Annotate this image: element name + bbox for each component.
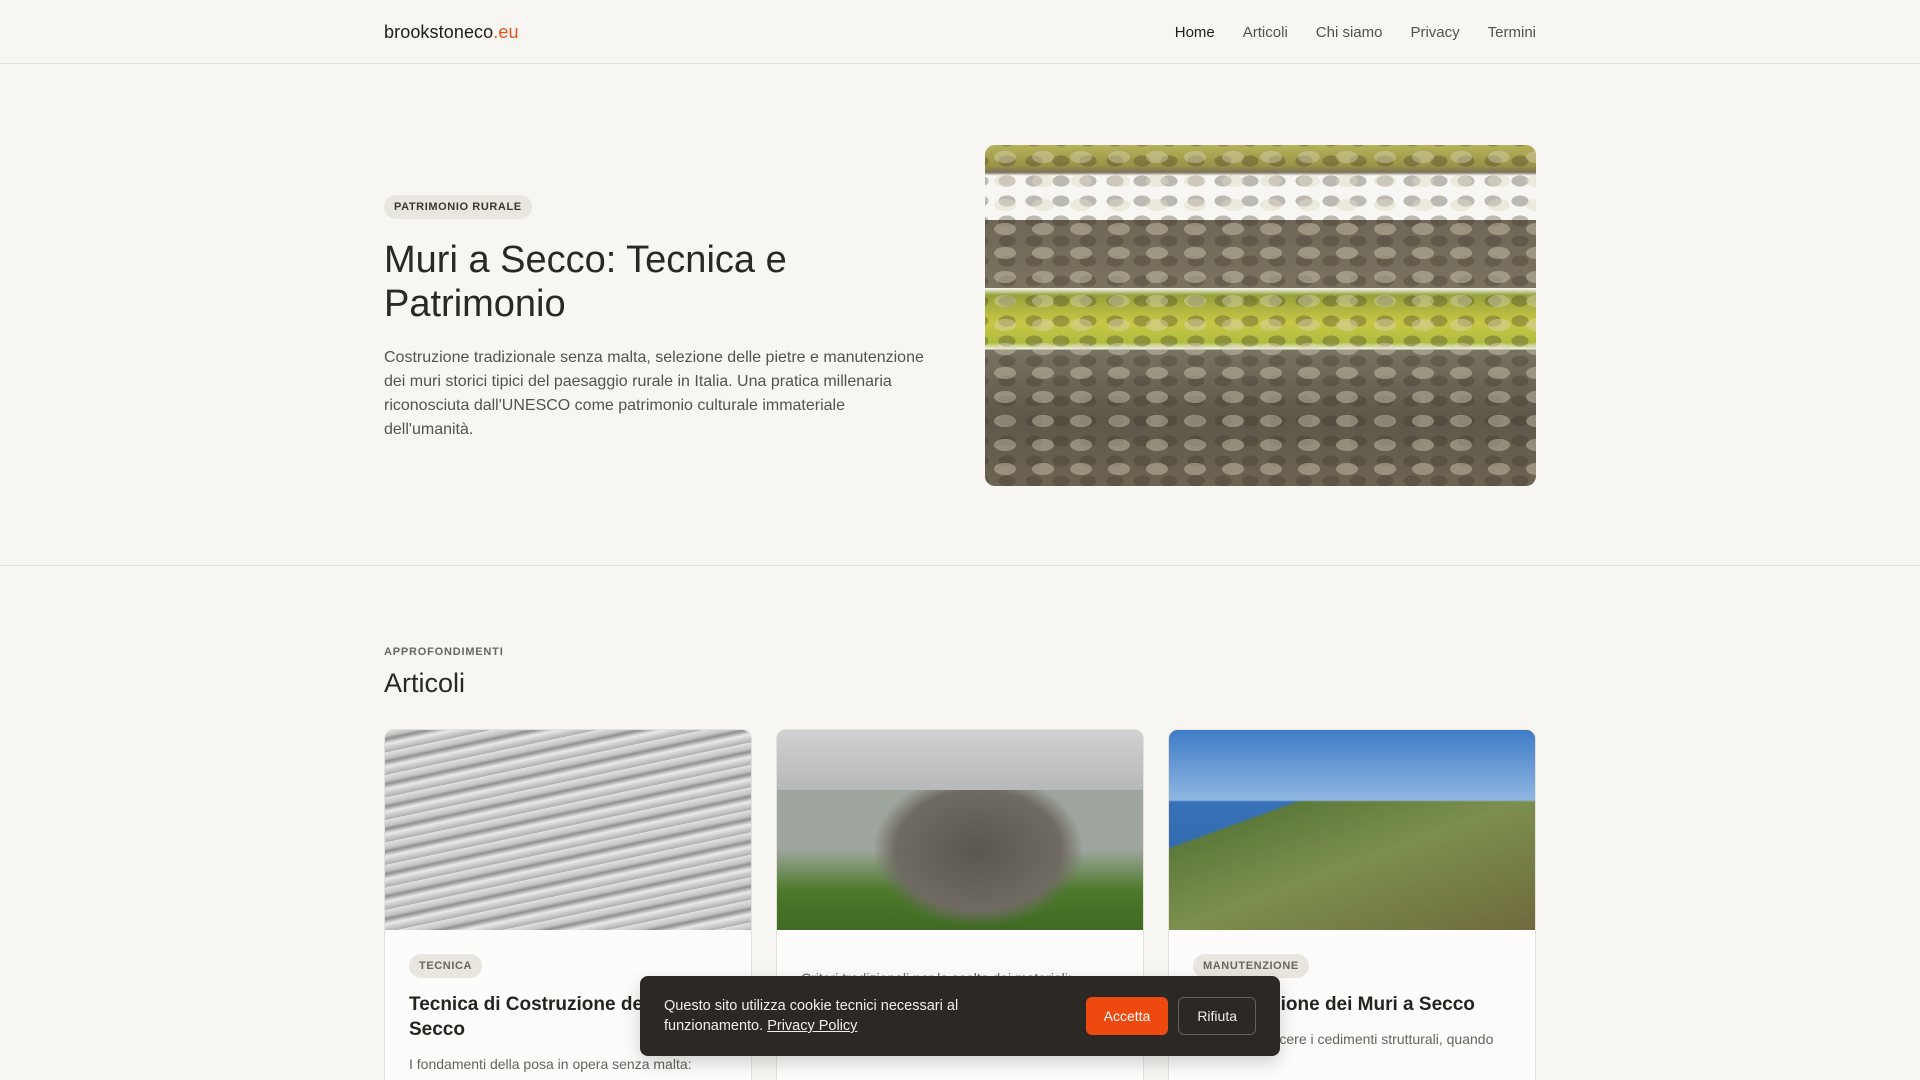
card-image-stone-ruin xyxy=(777,730,1143,930)
hero-description: Costruzione tradizionale senza malta, se… xyxy=(384,349,924,439)
section-eyebrow: APPROFONDIMENTI xyxy=(384,646,504,658)
site-logo[interactable]: brookstoneco.eu xyxy=(384,22,519,43)
stone-texture xyxy=(985,145,1536,486)
card-excerpt: I fondamenti della posa in opera senza m… xyxy=(409,1056,692,1072)
hero-badge: PATRIMONIO RURALE xyxy=(384,195,532,219)
privacy-policy-link[interactable]: Privacy Policy xyxy=(767,1018,857,1034)
section-title: Articoli xyxy=(384,668,466,698)
nav-articoli[interactable]: Articoli xyxy=(1243,24,1288,41)
site-header: brookstoneco.eu Home Articoli Chi siamo … xyxy=(0,0,1920,64)
logo-tld: .eu xyxy=(493,21,519,42)
hero-image-dry-stone-wall xyxy=(985,145,1536,486)
cookie-message: Questo sito utilizza cookie tecnici nece… xyxy=(664,996,994,1036)
cookie-banner: Questo sito utilizza cookie tecnici nece… xyxy=(640,976,1280,1056)
card-image-coastal-terraces xyxy=(1169,730,1535,930)
main-nav: Home Articoli Chi siamo Privacy Termini xyxy=(1175,24,1536,41)
card-tag: TECNICA xyxy=(409,954,483,978)
accept-cookies-button[interactable]: Accetta xyxy=(1085,997,1169,1035)
card-image-terraces xyxy=(385,730,751,930)
hero-text: PATRIMONIO RURALE Muri a Secco: Tecnica … xyxy=(384,64,924,486)
reject-cookies-button[interactable]: Rifiuta xyxy=(1178,997,1256,1035)
hero-section: PATRIMONIO RURALE Muri a Secco: Tecnica … xyxy=(0,64,1920,566)
nav-home[interactable]: Home xyxy=(1175,24,1215,41)
nav-privacy[interactable]: Privacy xyxy=(1410,24,1459,41)
card-tag: MANUTENZIONE xyxy=(1193,954,1309,978)
cookie-actions: Accetta Rifiuta xyxy=(1085,997,1256,1035)
nav-chi-siamo[interactable]: Chi siamo xyxy=(1316,24,1383,41)
hero-title: Muri a Secco: Tecnica e Patrimonio xyxy=(384,239,787,325)
logo-text: brookstoneco xyxy=(384,21,494,42)
nav-termini[interactable]: Termini xyxy=(1488,24,1536,41)
